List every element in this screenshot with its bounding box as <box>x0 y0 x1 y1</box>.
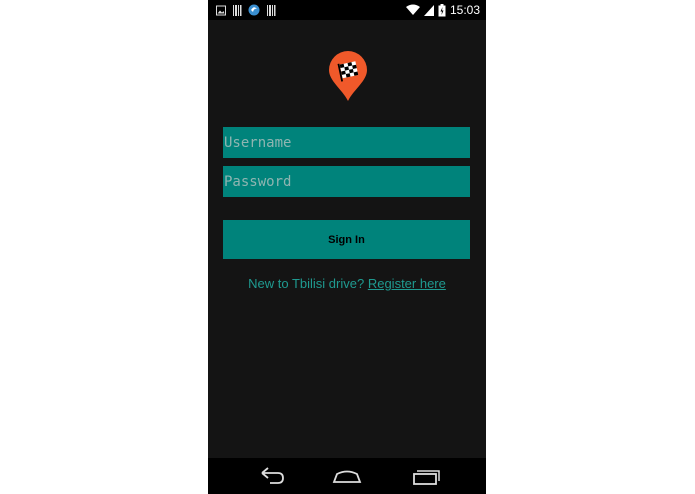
wifi-icon <box>405 4 420 15</box>
status-time: 15:03 <box>449 3 480 17</box>
register-link[interactable]: Register here <box>368 276 446 291</box>
register-prompt: New to Tbilisi drive? Register here <box>208 276 486 291</box>
browser-icon <box>248 4 260 16</box>
back-icon[interactable] <box>256 466 286 486</box>
status-bar: 15:03 <box>208 0 486 20</box>
recent-apps-icon[interactable] <box>411 466 441 486</box>
username-field-container <box>223 127 472 158</box>
register-prompt-text: New to Tbilisi drive? <box>248 276 368 291</box>
system-status-icons: 15:03 <box>405 2 480 18</box>
notification-icons <box>216 4 276 16</box>
home-icon[interactable] <box>332 466 362 486</box>
username-input[interactable] <box>223 127 472 158</box>
signal-icon <box>423 5 434 16</box>
barcode-icon <box>267 4 276 16</box>
battery-icon <box>438 3 446 16</box>
navigation-bar <box>208 458 486 494</box>
password-input[interactable] <box>223 166 472 197</box>
map-pin-checkered-flag-icon <box>329 51 367 101</box>
barcode-icon <box>233 4 242 16</box>
image-icon <box>216 5 226 15</box>
sign-in-button[interactable]: Sign In <box>223 220 470 259</box>
phone-screen: 15:03 Sign In New to Tbilisi drive? Regi… <box>208 0 486 494</box>
password-field-container <box>223 166 472 197</box>
